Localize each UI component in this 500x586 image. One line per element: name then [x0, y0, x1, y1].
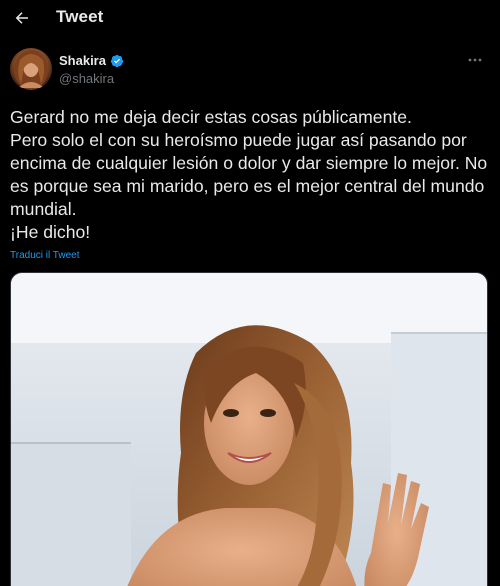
tweet-author: Shakira @shakira: [10, 48, 490, 94]
photo-image: [11, 273, 487, 586]
tweet-photo[interactable]: [10, 272, 488, 586]
more-options-button[interactable]: [464, 52, 486, 68]
verified-badge-icon: [110, 54, 124, 67]
more-horizontal-icon: [468, 58, 482, 62]
translate-tweet-link[interactable]: Traduci il Tweet: [10, 250, 79, 261]
user-handle[interactable]: @shakira: [59, 71, 114, 86]
tweet-page: Tweet Shakira @shakira Gerard no me deja…: [0, 0, 500, 586]
tweet-text: Gerard no me deja decir estas cosas públ…: [10, 107, 488, 242]
page-title: Tweet: [56, 7, 104, 26]
avatar[interactable]: [10, 48, 52, 90]
arrow-left-icon: [15, 12, 28, 24]
display-name[interactable]: Shakira: [59, 53, 106, 68]
display-name-group: Shakira: [59, 53, 124, 68]
back-button[interactable]: [8, 4, 36, 32]
top-header: Tweet: [0, 0, 500, 36]
avatar-image: [14, 50, 48, 90]
